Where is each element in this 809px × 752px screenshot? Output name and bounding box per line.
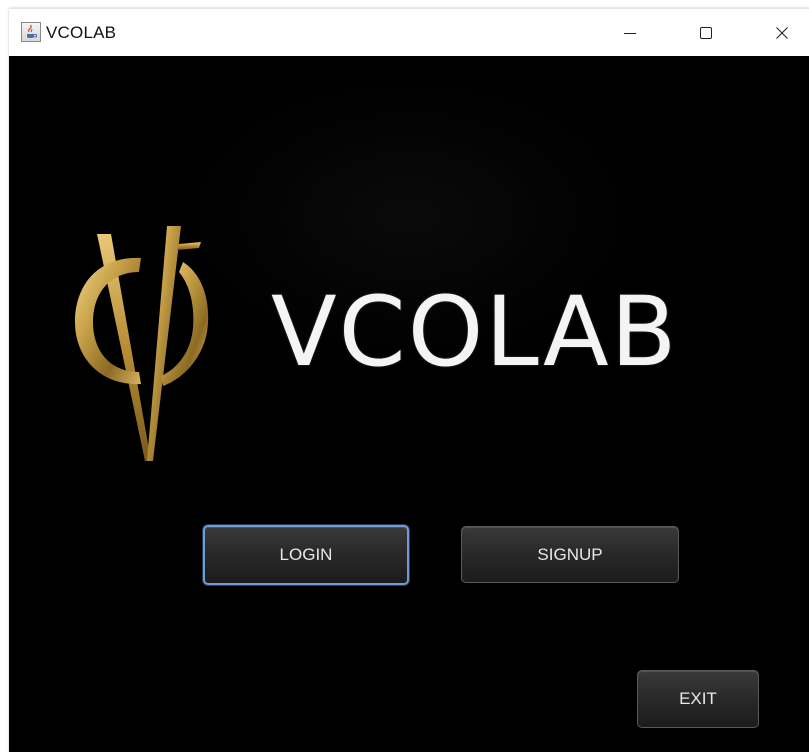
maximize-icon [700,27,712,39]
login-button[interactable]: LOGIN [203,525,409,585]
vc-monogram-logo [75,226,209,461]
maximize-button[interactable] [670,9,742,57]
window-title: VCOLAB [46,23,117,42]
java-cup-icon [27,24,38,38]
java-app-icon[interactable] [21,22,41,42]
minimize-button[interactable] [594,9,666,57]
exit-button[interactable]: EXIT [637,670,759,728]
main-panel: VCOLAB LOGIN SIGNUP EXIT [9,56,809,752]
close-button[interactable] [746,9,809,57]
close-icon [776,27,788,39]
signup-button[interactable]: SIGNUP [461,526,679,583]
title-bar[interactable]: VCOLAB [9,8,809,56]
minimize-icon [624,33,636,34]
app-window: VCOLAB VCOLAB LOGIN SIGNUP EXIT [9,8,809,752]
logo-wordmark: VCOLAB [271,276,679,388]
